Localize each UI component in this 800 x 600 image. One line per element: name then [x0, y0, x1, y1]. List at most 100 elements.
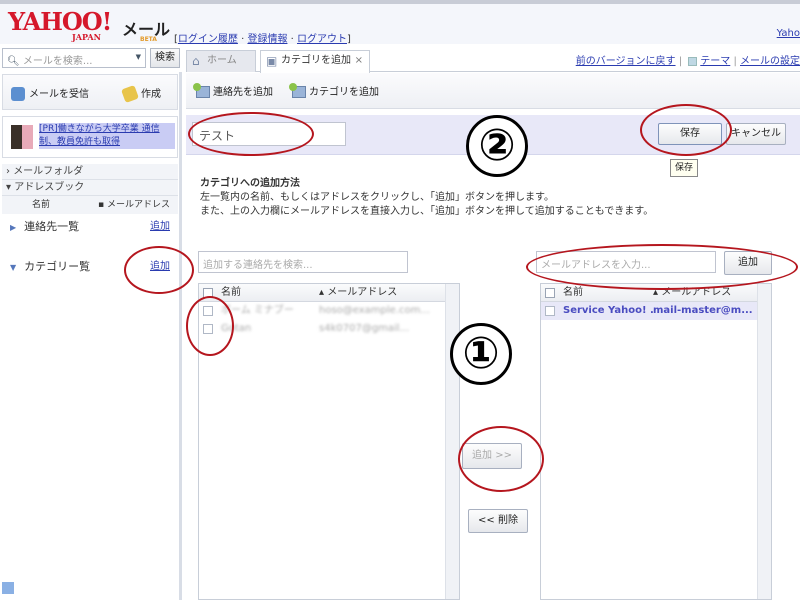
chevron-down-icon: ▾ [6, 182, 12, 193]
login-history-link[interactable]: ログイン履歴 [178, 34, 238, 45]
receive-mail-button[interactable]: メールを受信 [11, 85, 89, 101]
triangle-right-icon: ▶ [10, 223, 17, 232]
sidebar-item-categories[interactable]: ▼ カテゴリー覧 追加 [2, 254, 178, 280]
tab-add-category[interactable]: ▣ カテゴリを追加 × [260, 50, 370, 73]
home-icon: ⌂ [192, 54, 200, 68]
add-category-link[interactable]: 追加 [150, 254, 170, 280]
yahoo-logo[interactable]: YAHOO! [8, 10, 112, 34]
column-name[interactable]: 名前 [563, 284, 583, 302]
pencil-icon [121, 85, 139, 103]
beta-badge: BETA [140, 36, 157, 43]
sidebar: メールを受信 作成 [PR]働きながら大学卒業 通信制、教員免許も取得 › メー… [0, 72, 182, 600]
mail-settings-link[interactable]: メールの設定 [740, 56, 800, 67]
header: YAHOO! JAPAN メール BETA [ログイン履歴 · 登録情報 · ロ… [0, 4, 800, 45]
contact-search-input[interactable]: 追加する連絡先を検索... [198, 251, 408, 273]
ad-link[interactable]: [PR]働きながら大学卒業 通信制、教員免許も取得 [39, 123, 175, 149]
save-button[interactable]: 保存 [658, 123, 722, 145]
tab-home[interactable]: ⌂ ホーム [186, 50, 256, 72]
sidebar-item-contacts[interactable]: ▶ 連絡先一覧 追加 [2, 214, 178, 240]
column-name[interactable]: 名前 [32, 196, 50, 214]
category-member-list: 名前 ▴ メールアドレス Service Yahoo! ... mail-mas… [540, 283, 772, 600]
list-item[interactable]: Gotan s4k0707@gmail... [199, 320, 459, 338]
mail-folders-label: メールフォルダ [13, 166, 84, 177]
status-icon [2, 582, 14, 594]
column-email-label: メールアドレス [661, 287, 732, 298]
email-address-input[interactable]: メールアドレスを入力... [536, 251, 716, 273]
download-icon [11, 87, 25, 101]
top-right-links: 前のバージョンに戻す | テーマ | メールの設定 [575, 56, 800, 67]
categories-label: カテゴリー覧 [24, 260, 91, 273]
logout-link[interactable]: ログアウト [297, 34, 347, 45]
move-remove-button[interactable]: << 削除 [468, 509, 528, 533]
row-checkbox[interactable] [545, 306, 555, 316]
row-checkbox[interactable] [203, 324, 213, 334]
contacts-label: 連絡先一覧 [24, 220, 80, 233]
yahoo-top-link[interactable]: Yaho [777, 28, 800, 39]
sidebar-nav: › メールフォルダ ▾ アドレスブック 名前 ▪ メールアドレス ▶ 連絡先一覧 … [2, 164, 178, 280]
move-add-button[interactable]: 追加 >> [462, 443, 522, 469]
chevron-down-icon[interactable]: ▼ [136, 53, 141, 61]
account-links: [ログイン履歴 · 登録情報 · ログアウト] [174, 34, 351, 45]
list-item[interactable]: Service Yahoo! ... mail-master@m... [541, 302, 771, 320]
help-title: カテゴリへの追加方法 [200, 178, 300, 189]
add-contact-icon [193, 83, 210, 98]
addressbook-label: アドレスブック [14, 182, 85, 193]
column-email[interactable]: ▴ メールアドレス [319, 284, 397, 302]
tab-home-label: ホーム [207, 55, 237, 66]
column-email-label: メールアドレス [327, 287, 398, 298]
sidebar-ad: [PR]働きながら大学卒業 通信制、教員免許も取得 [2, 116, 178, 158]
close-icon[interactable]: × [355, 51, 363, 71]
add-contact-link[interactable]: 追加 [150, 214, 170, 240]
search-placeholder: メールを検索... [22, 56, 93, 67]
logo-japan-text: JAPAN [72, 32, 101, 42]
mail-search-input[interactable]: 🔍︎ メールを検索... ▼ [2, 48, 146, 68]
column-name[interactable]: 名前 [221, 284, 241, 302]
mail-search: 🔍︎ メールを検索... ▼ 検索 [0, 46, 182, 70]
theme-link[interactable]: テーマ [700, 56, 730, 67]
theme-icon [688, 56, 698, 66]
addressbook-toggle[interactable]: ▾ アドレスブック [2, 180, 178, 196]
help-text: カテゴリへの追加方法 左一覧内の名前、もしくはアドレスをクリックし、「追加」ボタ… [200, 177, 790, 219]
folder-icon: ▣ [266, 54, 278, 68]
search-icon: 🔍︎ [7, 56, 20, 67]
save-tooltip: 保存 [670, 159, 698, 177]
contact-email: hoso@example.com... [319, 305, 430, 316]
member-email: mail-master@m... [653, 305, 753, 316]
chevron-right-icon: › [6, 166, 10, 177]
cancel-button[interactable]: キャンセル [726, 123, 786, 145]
select-all-checkbox[interactable] [203, 288, 213, 298]
add-contact-button[interactable]: 連絡先を追加 [193, 83, 273, 98]
compose-button[interactable]: 作成 [121, 85, 161, 103]
contact-email: s4k0707@gmail... [319, 323, 410, 334]
add-category-icon [289, 83, 306, 98]
list-item[interactable]: ボーム ミナブー hoso@example.com... [199, 302, 459, 320]
add-contact-label: 連絡先を追加 [213, 87, 273, 98]
receive-mail-label: メールを受信 [29, 89, 89, 100]
step-1-marker: ① [450, 323, 512, 385]
category-name-input[interactable]: テスト [192, 122, 346, 146]
help-line-1: 左一覧内の名前、もしくはアドレスをクリックし、「追加」ボタンを押します。 [200, 192, 554, 203]
scrollbar[interactable] [757, 284, 771, 599]
registration-info-link[interactable]: 登録情報 [247, 34, 287, 45]
add-category-label: カテゴリを追加 [309, 87, 379, 98]
mail-folders-toggle[interactable]: › メールフォルダ [2, 164, 178, 180]
contact-name: ボーム ミナブー [221, 305, 294, 316]
column-email[interactable]: ▴ メールアドレス [653, 284, 731, 302]
compose-label: 作成 [141, 89, 161, 100]
row-checkbox[interactable] [203, 306, 213, 316]
add-category-button[interactable]: カテゴリを追加 [289, 83, 379, 98]
member-name: Service Yahoo! ... [563, 305, 653, 316]
select-all-checkbox[interactable] [545, 288, 555, 298]
triangle-down-icon: ▼ [10, 263, 17, 272]
addressbook-columns: 名前 ▪ メールアドレス [2, 196, 178, 214]
member-list-header: 名前 ▴ メールアドレス [541, 284, 771, 302]
toolbar: 連絡先を追加 カテゴリを追加 [186, 73, 800, 109]
contact-name: Gotan [221, 323, 252, 334]
revert-version-link[interactable]: 前のバージョンに戻す [576, 56, 676, 67]
email-add-button[interactable]: 追加 [724, 251, 772, 275]
contact-list: 名前 ▴ メールアドレス ボーム ミナブー hoso@example.com..… [198, 283, 460, 600]
scrollbar[interactable] [445, 284, 459, 599]
search-button[interactable]: 検索 [150, 48, 180, 68]
help-line-2: また、上の入力欄にメールアドレスを直接入力し、「追加」ボタンを押して追加すること… [200, 206, 654, 217]
column-email[interactable]: ▪ メールアドレス [98, 196, 170, 214]
